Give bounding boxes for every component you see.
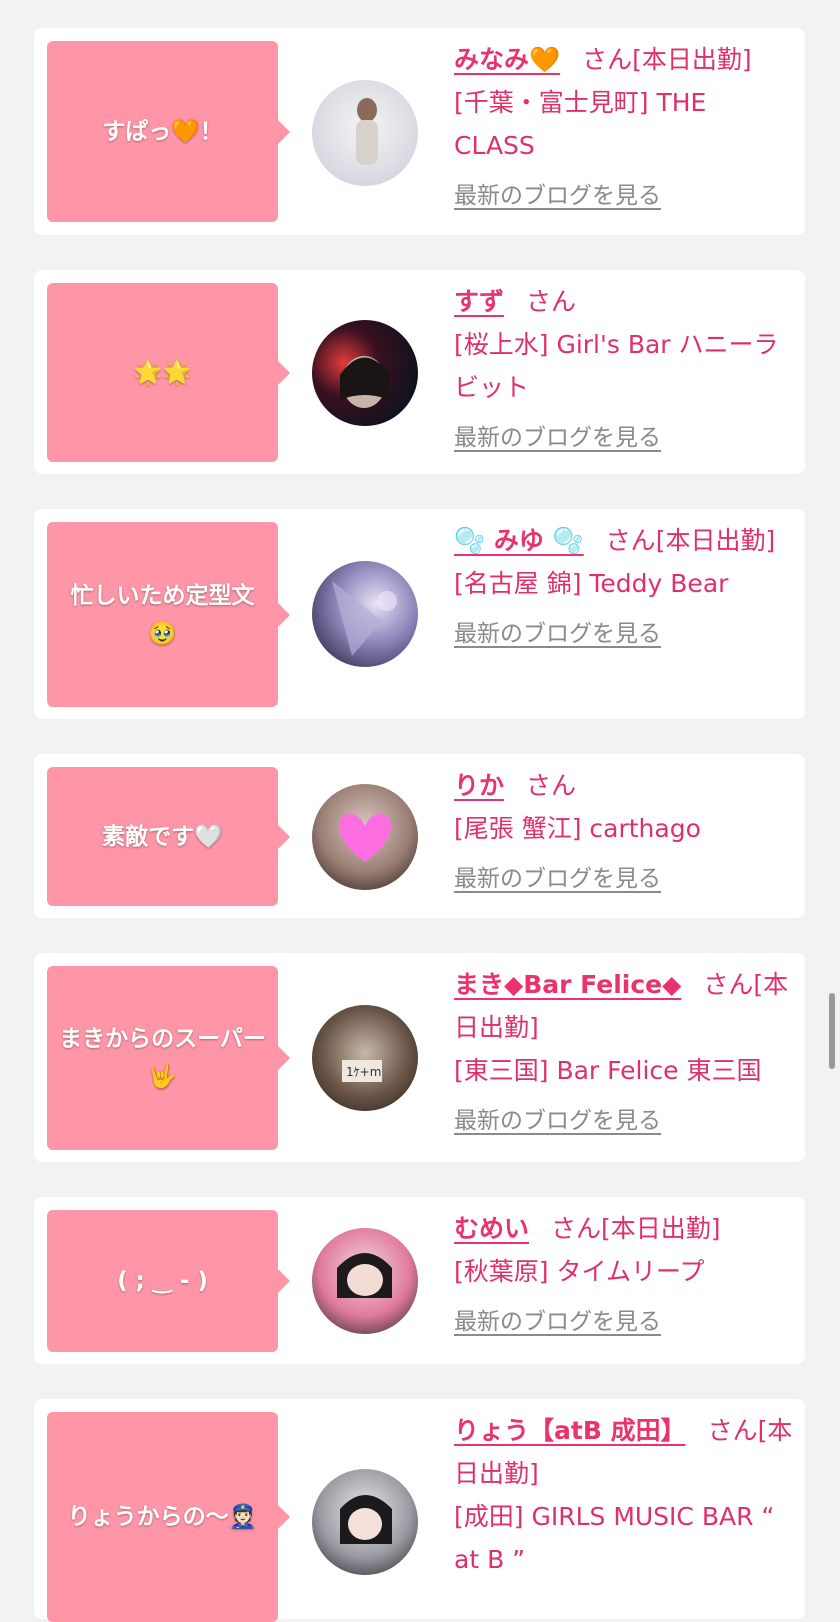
avatar-image: 1ｹ+m <box>342 1060 382 1082</box>
honorific: さん <box>551 1214 602 1243</box>
cast-name-link[interactable]: 🫧 みゆ 🫧 <box>454 526 584 555</box>
avatar-image <box>332 581 397 656</box>
cast-name-link[interactable]: りか <box>454 771 504 800</box>
cast-name-link[interactable]: すず <box>454 287 504 316</box>
latest-blog-link[interactable]: 最新のブログを見る <box>454 175 794 218</box>
profile-card: ( ; ‿ - ) むめい さん[本日出勤] [秋葉原] タイムリープ 最新のブロ… <box>34 1197 805 1364</box>
work-status: [本日出勤] <box>601 1214 721 1243</box>
profile-info: むめい さん[本日出勤] [秋葉原] タイムリープ 最新のブログを見る <box>454 1207 794 1344</box>
profile-card: 忙しいため定型文🥹 🫧 みゆ 🫧 さん[本日出勤] [名古屋 錦] Teddy B… <box>34 509 805 719</box>
cast-name-link[interactable]: まき◆Bar Felice◆ <box>454 970 681 999</box>
avatar-image <box>338 814 392 862</box>
profile-card: りょうからの〜👮🏻 りょう【atB 成田】 さん[本日出勤] [成田] GIRLS… <box>34 1399 805 1622</box>
profile-card: 🌟🌟 すず さん [桜上水] Girl's Bar ハニーラビット 最新のブログを… <box>34 270 805 474</box>
shop-label[interactable]: [桜上水] Girl's Bar ハニーラビット <box>454 323 794 409</box>
profile-card: 素敵です🤍 りか さん [尾張 蟹江] carthago 最新のブログを見る <box>34 754 805 918</box>
avatar[interactable] <box>312 784 418 890</box>
avatar-image <box>337 1253 392 1298</box>
latest-blog-link[interactable]: 最新のブログを見る <box>454 858 794 901</box>
profile-card: すぱっ🧡！ みなみ🧡 さん[本日出勤] [千葉・富士見町] THE CLASS 最… <box>34 28 805 235</box>
avatar-image <box>356 98 378 165</box>
profile-info: 🫧 みゆ 🫧 さん[本日出勤] [名古屋 錦] Teddy Bear 最新のブログ… <box>454 519 794 656</box>
profile-info: りか さん [尾張 蟹江] carthago 最新のブログを見る <box>454 764 794 901</box>
message-bubble: 忙しいため定型文🥹 <box>47 522 290 707</box>
honorific: さん <box>582 45 633 74</box>
avatar[interactable] <box>312 80 418 186</box>
shop-label[interactable]: [秋葉原] タイムリープ <box>454 1250 794 1293</box>
profile-info: まき◆Bar Felice◆ さん[本日出勤] [東三国] Bar Felice … <box>454 963 794 1143</box>
avatar-image <box>340 356 390 408</box>
scrollbar-thumb[interactable] <box>829 993 835 1069</box>
message-bubble: すぱっ🧡！ <box>47 41 290 222</box>
honorific: さん <box>703 970 754 999</box>
honorific: さん <box>707 1416 758 1445</box>
message-bubble: ( ; ‿ - ) <box>47 1210 290 1352</box>
honorific: さん <box>605 526 656 555</box>
message-bubble: りょうからの〜👮🏻 <box>47 1412 290 1622</box>
profile-info: すず さん [桜上水] Girl's Bar ハニーラビット 最新のブログを見る <box>454 280 794 460</box>
avatar[interactable] <box>312 1469 418 1575</box>
latest-blog-link[interactable]: 最新のブログを見る <box>454 1301 794 1344</box>
profile-card: まきからのスーパー🤟 1ｹ+m まき◆Bar Felice◆ さん[本日出勤] [… <box>34 953 805 1162</box>
avatar[interactable] <box>312 320 418 426</box>
latest-blog-link[interactable]: 最新のブログを見る <box>454 613 794 656</box>
latest-blog-link[interactable]: 最新のブログを見る <box>454 417 794 460</box>
shop-label[interactable]: [名古屋 錦] Teddy Bear <box>454 562 794 605</box>
message-bubble: 素敵です🤍 <box>47 767 290 906</box>
honorific: さん <box>526 771 577 800</box>
avatar-image <box>340 1495 392 1544</box>
avatar[interactable] <box>312 1228 418 1334</box>
message-bubble: まきからのスーパー🤟 <box>47 966 290 1150</box>
shop-label[interactable]: [成田] GIRLS MUSIC BAR “ at B ” <box>454 1495 794 1581</box>
shop-label[interactable]: [東三国] Bar Felice 東三国 <box>454 1049 794 1092</box>
cast-name-link[interactable]: みなみ🧡 <box>454 45 560 74</box>
cast-name-link[interactable]: りょう【atB 成田】 <box>454 1416 686 1445</box>
honorific: さん <box>526 287 577 316</box>
cast-name-link[interactable]: むめい <box>454 1214 529 1243</box>
shop-label[interactable]: [尾張 蟹江] carthago <box>454 807 794 850</box>
svg-text:1ｹ+m: 1ｹ+m <box>346 1065 381 1079</box>
message-bubble: 🌟🌟 <box>47 283 290 462</box>
profile-info: りょう【atB 成田】 さん[本日出勤] [成田] GIRLS MUSIC BAR… <box>454 1409 794 1581</box>
profile-info: みなみ🧡 さん[本日出勤] [千葉・富士見町] THE CLASS 最新のブログを… <box>454 38 794 218</box>
work-status: [本日出勤] <box>632 45 752 74</box>
avatar[interactable] <box>312 561 418 667</box>
shop-label[interactable]: [千葉・富士見町] THE CLASS <box>454 81 794 167</box>
work-status: [本日出勤] <box>655 526 776 555</box>
avatar[interactable]: 1ｹ+m <box>312 1005 418 1111</box>
latest-blog-link[interactable]: 最新のブログを見る <box>454 1100 794 1143</box>
